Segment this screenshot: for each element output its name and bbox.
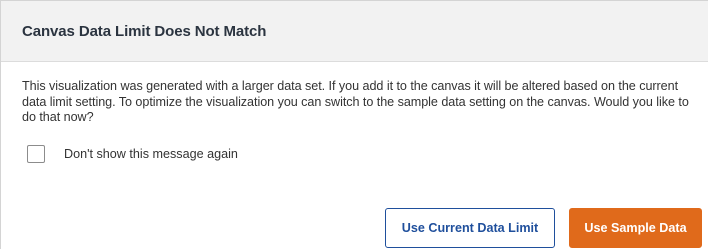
dialog-title: Canvas Data Limit Does Not Match [22,22,267,40]
dont-show-again-row[interactable]: Don't show this message again [27,144,698,163]
dialog-body: This visualization was generated with a … [1,62,708,163]
canvas-data-limit-dialog: Canvas Data Limit Does Not Match This vi… [0,0,708,249]
dialog-actions: Use Current Data Limit Use Sample Data [385,208,702,248]
dialog-message: This visualization was generated with a … [22,79,689,124]
dialog-header: Canvas Data Limit Does Not Match [1,1,708,62]
use-sample-data-button[interactable]: Use Sample Data [569,208,702,248]
dont-show-again-checkbox[interactable] [27,144,45,163]
use-current-data-limit-button[interactable]: Use Current Data Limit [385,208,555,248]
dont-show-again-label[interactable]: Don't show this message again [64,147,238,161]
